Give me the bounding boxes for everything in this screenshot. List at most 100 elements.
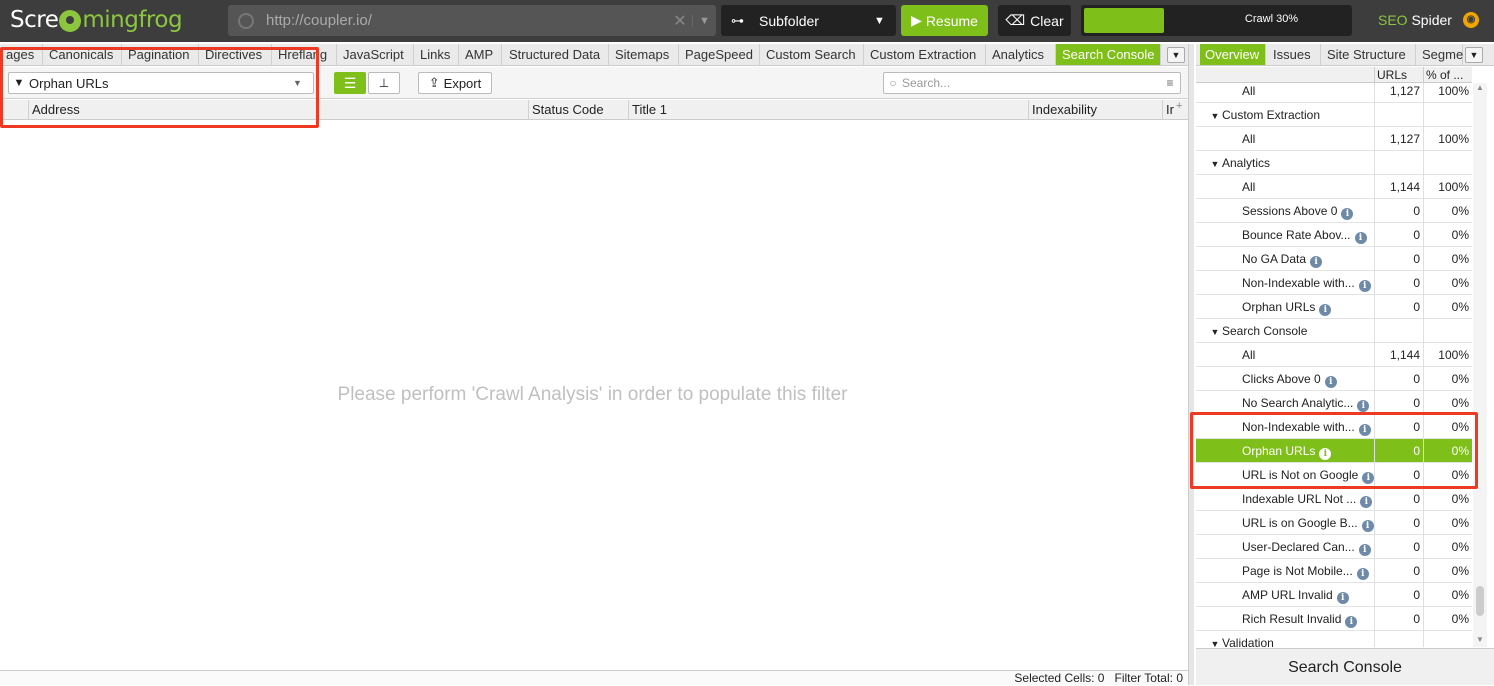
right-tab-overview[interactable]: Overview [1200,44,1266,65]
info-icon[interactable]: i [1362,472,1374,484]
tab-structured-data[interactable]: Structured Data [503,44,609,65]
column-header-title[interactable]: Title 1 [628,100,1028,120]
tree-row-label: Page is Not Mobile... [1242,564,1353,578]
tree-row-label: All [1242,348,1256,362]
tree-row[interactable]: AMP URL Invalid i 0 0% [1196,583,1472,607]
tree-row[interactable]: Sessions Above 0 i 0 0% [1196,199,1472,223]
info-icon[interactable]: i [1324,376,1337,388]
tree-row-percent: 0% [1423,487,1472,511]
tree-view-button[interactable]: ⊥ [368,72,400,94]
tab-sitemaps[interactable]: Sitemaps [609,44,679,65]
info-icon[interactable]: i [1356,568,1369,580]
tree-row[interactable]: Orphan URLs i 0 0% [1196,439,1472,463]
tab-analytics[interactable]: Analytics [986,44,1056,65]
right-tabs-overflow-button[interactable]: ▼ [1465,47,1483,63]
notification-icon[interactable]: ◉ [1463,12,1479,28]
info-icon[interactable]: i [1354,232,1367,244]
tree-row[interactable]: Bounce Rate Abov... i 0 0% [1196,223,1472,247]
tab-search-console[interactable]: Search Console [1056,44,1161,65]
tree-row-name: AMP URL Invalid i [1196,583,1374,607]
info-icon[interactable]: i [1360,496,1373,508]
tabs-overflow-button[interactable]: ▼ [1167,47,1185,63]
column-header-urls[interactable]: URLs [1374,67,1423,83]
expand-caret-icon[interactable]: ▼ [1208,320,1222,343]
tab-pagination[interactable]: Pagination [122,44,199,65]
right-tab-segme[interactable]: Segme [1417,44,1463,65]
tree-row-name: URL is on Google B... i [1196,511,1374,535]
tree-row[interactable]: Page is Not Mobile... i 0 0% [1196,559,1472,583]
search-settings-icon[interactable]: ≡ [1160,76,1180,90]
expand-caret-icon[interactable]: ▼ [1208,104,1222,127]
column-header-percent[interactable]: % of ... [1423,67,1472,83]
info-icon[interactable]: i [1358,424,1371,436]
url-input[interactable]: http://coupler.io/ ✕ ▼ [228,5,716,36]
tree-row[interactable]: URL is Not on Google i 0 0% [1196,463,1472,487]
chevron-down-icon: ▼ [874,14,885,27]
tree-row[interactable]: Non-Indexable with... i 0 0% [1196,415,1472,439]
column-header-indexability[interactable]: Indexability [1028,100,1162,120]
clear-url-icon[interactable]: ✕ [668,11,692,31]
tree-row[interactable]: Non-Indexable with... i 0 0% [1196,271,1472,295]
tab-links[interactable]: Links [414,44,459,65]
right-tab-site-structure[interactable]: Site Structure [1322,44,1416,65]
column-header-address[interactable]: Address [28,100,528,120]
tree-group-row[interactable]: ▼ Custom Extraction [1196,103,1472,127]
tab-amp[interactable]: AMP [459,44,502,65]
tree-row[interactable]: Orphan URLs i 0 0% [1196,295,1472,319]
tree-row[interactable]: No GA Data i 0 0% [1196,247,1472,271]
info-icon[interactable]: i [1336,592,1349,604]
url-history-dropdown-icon[interactable]: ▼ [692,14,716,27]
info-icon[interactable]: i [1358,280,1371,292]
tree-row-percent: 0% [1423,271,1472,295]
column-header-status-code[interactable]: Status Code [528,100,628,120]
info-icon[interactable]: i [1319,448,1332,460]
info-icon[interactable]: i [1341,208,1354,220]
tree-group-row[interactable]: ▼ Validation [1196,631,1472,647]
scroll-down-icon[interactable]: ▼ [1473,635,1487,644]
tree-row[interactable]: URL is on Google B... i 0 0% [1196,511,1472,535]
tab-javascript[interactable]: JavaScript [337,44,414,65]
tree-row[interactable]: No Search Analytic... i 0 0% [1196,391,1472,415]
scroll-up-icon[interactable]: ▲ [1473,83,1487,92]
tree-row[interactable]: Rich Result Invalid i 0 0% [1196,607,1472,631]
tree-row[interactable]: User-Declared Can... i 0 0% [1196,535,1472,559]
clear-button[interactable]: ⌫ Clear [998,5,1071,36]
crawl-mode-select[interactable]: ⊶ Subfolder ▼ [721,5,896,36]
tab-custom-extraction[interactable]: Custom Extraction [864,44,986,65]
tab-hreflang[interactable]: Hreflang [272,44,337,65]
add-column-icon[interactable]: + [1176,100,1188,112]
tree-group-row[interactable]: ▼ Analytics [1196,151,1472,175]
tree-row-urls: 0 [1374,199,1423,223]
tab-directives[interactable]: Directives [199,44,272,65]
info-icon[interactable]: i [1357,400,1370,412]
overview-scrollbar[interactable]: ▲ ▼ [1473,83,1487,647]
tree-group-row[interactable]: ▼ Search Console [1196,319,1472,343]
search-input[interactable]: ○ Search... ≡ [883,72,1181,94]
resume-button[interactable]: ▶ Resume [901,5,988,36]
tab-pagespeed[interactable]: PageSpeed [679,44,760,65]
tree-row[interactable]: Indexable URL Not ... i 0 0% [1196,487,1472,511]
info-icon[interactable]: i [1361,520,1374,532]
tree-row-label: Search Console [1222,324,1308,338]
tab-custom-search[interactable]: Custom Search [760,44,864,65]
filter-select[interactable]: ▼ Orphan URLs ▼ [8,72,314,94]
tree-row[interactable]: All 1,127 100% [1196,83,1472,103]
right-tab-issues[interactable]: Issues [1268,44,1321,65]
panel-splitter[interactable] [1188,44,1194,685]
column-header-truncated[interactable]: Ir [1162,100,1176,120]
tree-row[interactable]: All 1,144 100% [1196,343,1472,367]
info-icon[interactable]: i [1319,304,1332,316]
list-view-button[interactable]: ☰ [334,72,366,94]
info-icon[interactable]: i [1345,616,1358,628]
scrollbar-thumb[interactable] [1476,586,1484,616]
tree-row[interactable]: All 1,144 100% [1196,175,1472,199]
expand-caret-icon[interactable]: ▼ [1208,152,1222,175]
tab-canonicals[interactable]: Canonicals [43,44,122,65]
export-button[interactable]: ⇪ Export [418,72,492,94]
info-icon[interactable]: i [1310,256,1323,268]
expand-caret-icon[interactable]: ▼ [1208,632,1222,647]
tree-row[interactable]: All 1,127 100% [1196,127,1472,151]
tab-ages[interactable]: ages [0,44,43,65]
info-icon[interactable]: i [1358,544,1371,556]
tree-row[interactable]: Clicks Above 0 i 0 0% [1196,367,1472,391]
